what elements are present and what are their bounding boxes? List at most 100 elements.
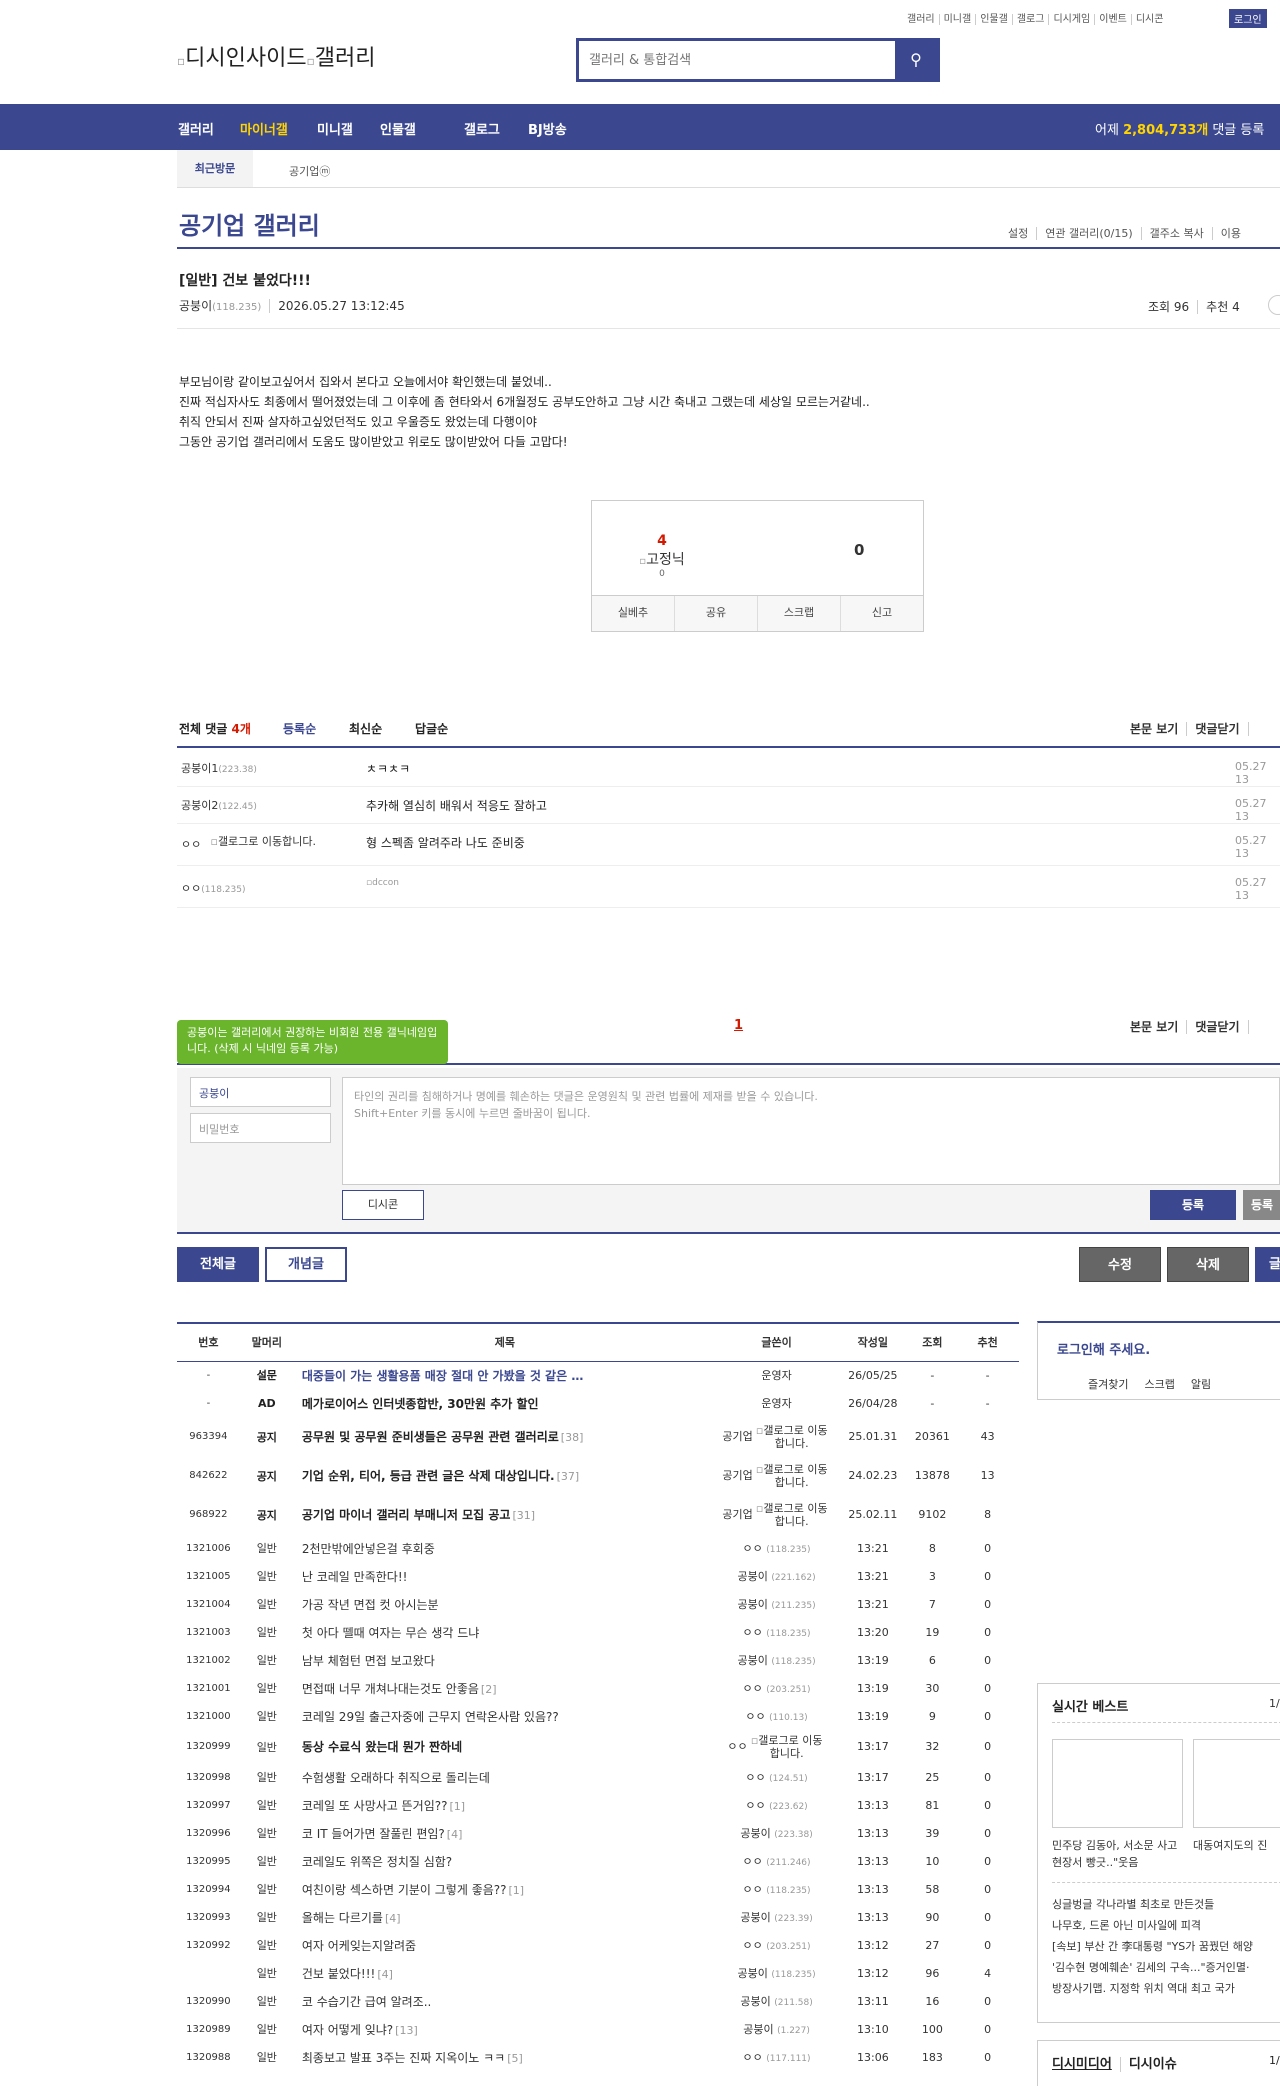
post-subject[interactable]: 여자 어떻게 잊냐? [13]	[294, 2015, 716, 2043]
post-writer[interactable]: 공붕이 (223.38)	[716, 1819, 837, 1847]
post-list-row[interactable]: - 설문 대중들이 가는 생활용품 매장 절대 안 가봤을 것 같은 … 운영자 26…	[177, 1361, 1019, 1389]
gallog-icon[interactable]: ▫갤로그로 이동합니다.	[753, 1424, 831, 1450]
post-list-row[interactable]: 1320999 일반 동상 수료식 왔는대 뭔가 짠하네 ㅇㅇ ▫갤로그로 이동합니다.…	[177, 1730, 1019, 1763]
post-writer[interactable]: 공붕이 (211.58)	[716, 1987, 837, 2015]
post-writer[interactable]: 공붕이 (118.235)	[716, 1959, 837, 1987]
best-list-item[interactable]: [속보] 부산 간 李대통령 "YS가 꿈꿨던 해양	[1052, 1936, 1253, 1957]
more-icon[interactable]	[1268, 295, 1280, 315]
post-list-row[interactable]: 1320995 일반 코레일도 위쪽은 정치질 심함? ㅇㅇ (211.246) 13:…	[177, 1847, 1019, 1875]
post-subject[interactable]: 건보 붙었다!!! [4]	[294, 1959, 716, 1987]
post-writer[interactable]: 공붕이 (118.235)	[716, 1646, 837, 1674]
post-subject[interactable]: 여자 어케잊는지알려줌	[294, 1931, 716, 1959]
post-reply-count[interactable]: [31]	[512, 1509, 535, 1522]
top-link-minigall[interactable]: 미니갤	[939, 14, 977, 25]
share-button[interactable]: 공유	[675, 596, 758, 631]
post-writer[interactable]: 공붕이 (223.39)	[716, 1903, 837, 1931]
post-subject[interactable]: 기업 순위, 티어, 등급 관련 글은 삭제 대상입니다. [37]	[294, 1456, 716, 1495]
post-writer[interactable]: ㅇㅇ (118.235)	[716, 1875, 837, 1903]
comment-textarea[interactable]: 타인의 권리를 침해하거나 명예를 훼손하는 댓글은 운영원칙 및 관련 법률에…	[342, 1077, 1280, 1185]
best-caption[interactable]: 대동여지도의 진	[1193, 1837, 1267, 1853]
recent-visit-label[interactable]: 최근방문	[177, 150, 253, 187]
post-subject[interactable]: 코 IT 들어가면 잘풀린 편임? [4]	[294, 1819, 716, 1847]
best-thumbnail[interactable]	[1052, 1739, 1183, 1828]
post-subject[interactable]: 수험생활 오래하다 취직으로 돌리는데	[294, 1763, 716, 1791]
post-list-row[interactable]: 1321005 일반 난 코레일 만족한다!! 공붕이 (221.162) 13:21 3…	[177, 1562, 1019, 1590]
scrap-button[interactable]: 스크랩	[758, 596, 841, 631]
post-list-row[interactable]: 1321000 일반 코레일 29일 출근자중에 근무지 연락온사람 있음?? ㅇㅇ …	[177, 1702, 1019, 1730]
report-button[interactable]: 신고	[841, 596, 923, 631]
favorites-link[interactable]: 즐겨찾기	[1088, 1378, 1144, 1391]
post-reply-count[interactable]: [1]	[450, 1800, 466, 1813]
post-reply-count[interactable]: [37]	[557, 1470, 580, 1483]
post-subject[interactable]: 코레일 29일 출근자중에 근무지 연락온사람 있음??	[294, 1702, 716, 1730]
dccon-button[interactable]: 디시콘	[342, 1190, 424, 1220]
comment-nick[interactable]: ㅇㅇ(118.235)	[181, 880, 246, 896]
post-writer[interactable]: 운영자	[716, 1361, 837, 1389]
post-writer[interactable]: ㅇㅇ (203.251)	[716, 1931, 837, 1959]
post-reply-count[interactable]: [4]	[385, 1912, 401, 1925]
comment-password-field[interactable]: 비밀번호	[190, 1113, 331, 1143]
post-list-row[interactable]: 일반 건보 붙었다!!! [4] 공붕이 (118.235) 13:12 96 4	[177, 1959, 1019, 1987]
post-writer[interactable]: ㅇㅇ ▫갤로그로 이동합니다.	[716, 1730, 837, 1763]
post-reply-count[interactable]: [5]	[507, 2052, 523, 2065]
post-writer[interactable]: 공붕이 (1.227)	[716, 2015, 837, 2043]
all-posts-button[interactable]: 전체글	[177, 1247, 259, 1282]
recommend-up[interactable]: 4 ▫고정닉 0	[622, 533, 702, 579]
post-reply-count[interactable]: [38]	[561, 1431, 584, 1444]
comment-nick-field[interactable]: 공붕이	[190, 1077, 331, 1107]
post-list-row[interactable]: 1320992 일반 여자 어케잊는지알려줌 ㅇㅇ (203.251) 13:12 27 0	[177, 1931, 1019, 1959]
post-list-row[interactable]: 1320997 일반 코레일 또 사망사고 뜬거임?? [1] ㅇㅇ (223.62) 1…	[177, 1791, 1019, 1819]
post-writer[interactable]: 공붕이 (221.162)	[716, 1562, 837, 1590]
post-writer[interactable]: ㅇㅇ (223.62)	[716, 1791, 837, 1819]
post-reply-count[interactable]: [2]	[481, 1683, 497, 1696]
post-subject[interactable]: 코 수습기간 급여 알려조..	[294, 1987, 716, 2015]
recent-gallery-tab[interactable]: 공기업ⓜ	[289, 163, 330, 179]
post-list-row[interactable]: 1321004 일반 가공 작년 면접 컷 아시는분 공붕이 (211.235) 13:…	[177, 1590, 1019, 1618]
post-subject[interactable]: 공기업 마이너 갤러리 부매니저 모집 공고 [31]	[294, 1495, 716, 1534]
delete-button[interactable]: 삭제	[1167, 1247, 1249, 1282]
post-subject[interactable]: 2천만밖에안넣은걸 후회중	[294, 1534, 716, 1562]
post-writer[interactable]: ㅇㅇ (118.235)	[716, 1534, 837, 1562]
post-subject[interactable]: 가공 작년 면접 컷 아시는분	[294, 1590, 716, 1618]
post-subject[interactable]: 남부 체험턴 면접 보고왔다	[294, 1646, 716, 1674]
top-link-dccon[interactable]: 디시콘	[1132, 14, 1168, 25]
search-input[interactable]	[579, 41, 897, 79]
gallog-icon[interactable]: ▫갤로그로 이동합니다.	[748, 1734, 826, 1760]
post-subject[interactable]: 코레일도 위쪽은 정치질 심함?	[294, 1847, 716, 1875]
sort-registered[interactable]: 등록순	[283, 720, 316, 737]
post-reply-count[interactable]: [4]	[377, 1968, 393, 1981]
copy-url[interactable]: 갤주소 복사	[1140, 227, 1212, 240]
edit-button[interactable]: 수정	[1079, 1247, 1161, 1282]
gallog-icon[interactable]: ▫갤로그로 이동합니다.	[753, 1463, 831, 1489]
related-gallery[interactable]: 연관 갤러리(0/15)	[1036, 227, 1141, 240]
gallog-icon[interactable]: ▫갤로그로 이동합니다.	[753, 1502, 831, 1528]
dc-media-tab[interactable]: 디시미디어	[1052, 2057, 1120, 2072]
best-thumbnail[interactable]	[1193, 1739, 1280, 1828]
search-button[interactable]: ⚲	[895, 41, 937, 79]
post-subject[interactable]: 첫 아다 뗄때 여자는 무슨 생각 드냐	[294, 1618, 716, 1646]
best-list-item[interactable]: 방장사기맵. 지정학 위치 역대 최고 국가	[1052, 1978, 1253, 1999]
best-caption[interactable]: 민주당 김동아, 서소문 사고 현장서 빵긋.."웃음	[1052, 1837, 1182, 1871]
post-list-row[interactable]: 1320998 일반 수험생활 오래하다 취직으로 돌리는데 ㅇㅇ (124.51) 1…	[177, 1763, 1019, 1791]
post-writer[interactable]: 공붕이 (211.235)	[716, 1590, 837, 1618]
post-subject[interactable]: 최종보고 발표 3주는 진짜 지옥이노 ㅋㅋ [5]	[294, 2043, 716, 2071]
gallery-settings[interactable]: 설정	[1000, 227, 1036, 240]
post-subject[interactable]: 올해는 다르기를 [4]	[294, 1903, 716, 1931]
recommend-down-count[interactable]: 0	[854, 541, 864, 559]
post-list-row[interactable]: 1321006 일반 2천만밖에안넣은걸 후회중 ㅇㅇ (118.235) 13:21 8…	[177, 1534, 1019, 1562]
post-writer[interactable]: ㅇㅇ (110.13)	[716, 1702, 837, 1730]
post-writer[interactable]: ㅇㅇ (211.246)	[716, 1847, 837, 1875]
gallery-title[interactable]: 공기업 갤러리	[179, 206, 320, 241]
post-list-row[interactable]: 963394 공지 공무원 및 공무원 준비생들은 공무원 관련 갤러리로 [38] 공…	[177, 1417, 1019, 1456]
post-subject[interactable]: 여친이랑 섹스하면 기분이 그렇게 좋음?? [1]	[294, 1875, 716, 1903]
post-list-row[interactable]: 1320988 일반 최종보고 발표 3주는 진짜 지옥이노 ㅋㅋ [5] ㅇㅇ (11…	[177, 2043, 1019, 2071]
scrap-link[interactable]: 스크랩	[1144, 1378, 1190, 1391]
login-prompt[interactable]: 로그인해 주세요.	[1057, 1339, 1150, 1358]
top-link-event[interactable]: 이벤트	[1095, 14, 1132, 25]
post-list-row[interactable]: 842622 공지 기업 순위, 티어, 등급 관련 글은 삭제 대상입니다. [37…	[177, 1456, 1019, 1495]
post-reply-count[interactable]: [4]	[447, 1828, 463, 1841]
comment-nick[interactable]: 공붕이1(223.38)	[181, 760, 257, 776]
nav-gallery[interactable]: 갤러리	[178, 119, 214, 138]
post-subject[interactable]: 메가로이어스 인터넷종합반, 30만원 추가 할인	[294, 1389, 716, 1417]
post-list-row[interactable]: - AD 메가로이어스 인터넷종합반, 30만원 추가 할인 운영자 26/04/28…	[177, 1389, 1019, 1417]
